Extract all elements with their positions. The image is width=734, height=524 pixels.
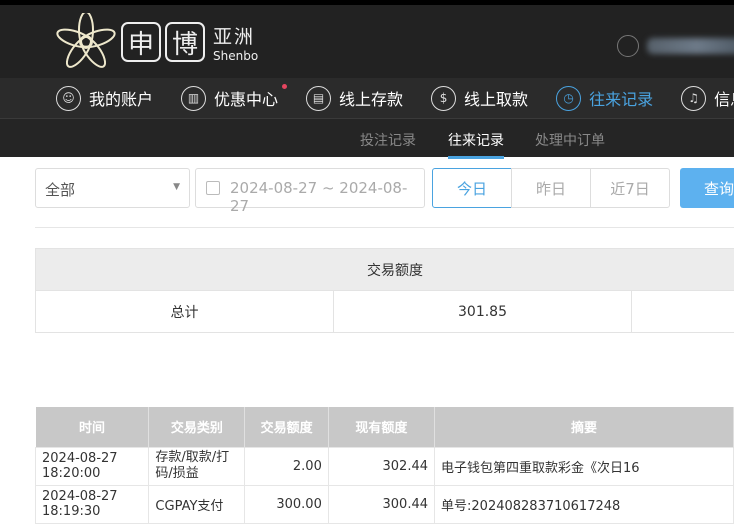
sub-nav: 投注记录 往来记录 处理中订单: [0, 118, 734, 157]
main-nav: ☺ 我的账户 ▥ 优惠中心 ▤ 线上存款 $ 线上取款 ◷ 往来记录 ♫ 信息: [0, 78, 734, 118]
logo[interactable]: 申 博 亚洲 Shenbo: [55, 13, 258, 71]
nav-withdraw[interactable]: $ 线上取款: [431, 86, 528, 111]
tab-pending-orders[interactable]: 处理中订单: [535, 130, 605, 150]
cell-type: 存款/取款/打码/损益: [149, 447, 245, 485]
summary-value: 301.85: [334, 291, 632, 333]
summary-header: 交易额度: [36, 249, 734, 291]
nav-label: 信息: [714, 86, 734, 110]
logo-char-1: 申: [121, 22, 161, 62]
gift-icon: ▥: [181, 86, 206, 111]
tab-transaction-records[interactable]: 往来记录: [448, 130, 504, 150]
nav-my-account[interactable]: ☺ 我的账户: [56, 86, 153, 111]
deposit-icon: ▤: [306, 86, 331, 111]
calendar-icon: [206, 181, 220, 195]
nav-deposit[interactable]: ▤ 线上存款: [306, 86, 403, 111]
summary-table: 交易额度 总计301.85: [35, 248, 734, 333]
nav-label: 线上存款: [339, 86, 403, 110]
withdraw-icon: $: [431, 86, 456, 111]
records-icon: ◷: [556, 86, 581, 111]
logo-cn: 亚洲: [213, 22, 258, 49]
col-type: 交易类别: [149, 407, 245, 447]
col-amount: 交易额度: [245, 407, 328, 447]
col-summary: 摘要: [435, 407, 734, 447]
user-info[interactable]: [617, 35, 734, 57]
table-row: 2024-08-27 18:19:30 CGPAY支付 300.00 300.4…: [36, 485, 734, 523]
cell-summary: 电子钱包第四重取款彩金《次日16: [435, 447, 734, 485]
nav-label: 我的账户: [89, 86, 153, 110]
date-range-value: 2024-08-27 ~ 2024-08-27: [230, 179, 407, 215]
user-icon: ☺: [56, 86, 81, 111]
yesterday-button[interactable]: 昨日: [511, 168, 591, 208]
username-blurred: [647, 38, 734, 54]
table-row: 2024-08-27 18:20:00 存款/取款/打码/损益 2.00 302…: [36, 447, 734, 485]
notification-dot: [282, 84, 287, 89]
nav-label: 往来记录: [589, 86, 653, 110]
col-balance: 现有额度: [328, 407, 434, 447]
cell-amount: 300.00: [245, 485, 328, 523]
nav-messages[interactable]: ♫ 信息: [681, 86, 734, 111]
logo-char-2: 博: [165, 22, 205, 62]
col-time: 时间: [36, 407, 149, 447]
cell-type: CGPAY支付: [149, 485, 245, 523]
cell-balance: 302.44: [328, 447, 434, 485]
logo-en: Shenbo: [213, 49, 258, 63]
last-7-days-button[interactable]: 近7日: [590, 168, 670, 208]
flower-logo-icon: [55, 13, 117, 71]
nav-records[interactable]: ◷ 往来记录: [556, 86, 653, 111]
date-range-input[interactable]: 2024-08-27 ~ 2024-08-27: [195, 168, 425, 208]
cell-amount: 2.00: [245, 447, 328, 485]
nav-promotions[interactable]: ▥ 优惠中心: [181, 86, 278, 111]
tab-bet-records[interactable]: 投注记录: [360, 130, 416, 150]
search-button[interactable]: 查询: [680, 168, 734, 208]
user-icon: [617, 35, 639, 57]
divider: [35, 227, 734, 228]
header: 申 博 亚洲 Shenbo: [0, 5, 734, 78]
cell-summary: 单号:202408283710617248: [435, 485, 734, 523]
type-select-value: 全部: [45, 181, 75, 199]
nav-label: 优惠中心: [214, 86, 278, 110]
type-select[interactable]: 全部 ▼: [35, 168, 190, 208]
records-table: 时间 交易类别 交易额度 现有额度 摘要 2024-08-27 18:20:00…: [35, 407, 734, 524]
chevron-down-icon: ▼: [173, 182, 180, 192]
nav-label: 线上取款: [464, 86, 528, 110]
today-button[interactable]: 今日: [432, 168, 512, 208]
cell-time: 2024-08-27 18:19:30: [36, 485, 149, 523]
bell-icon: ♫: [681, 86, 706, 111]
cell-time: 2024-08-27 18:20:00: [36, 447, 149, 485]
summary-label: 总计: [36, 291, 334, 333]
cell-balance: 300.44: [328, 485, 434, 523]
